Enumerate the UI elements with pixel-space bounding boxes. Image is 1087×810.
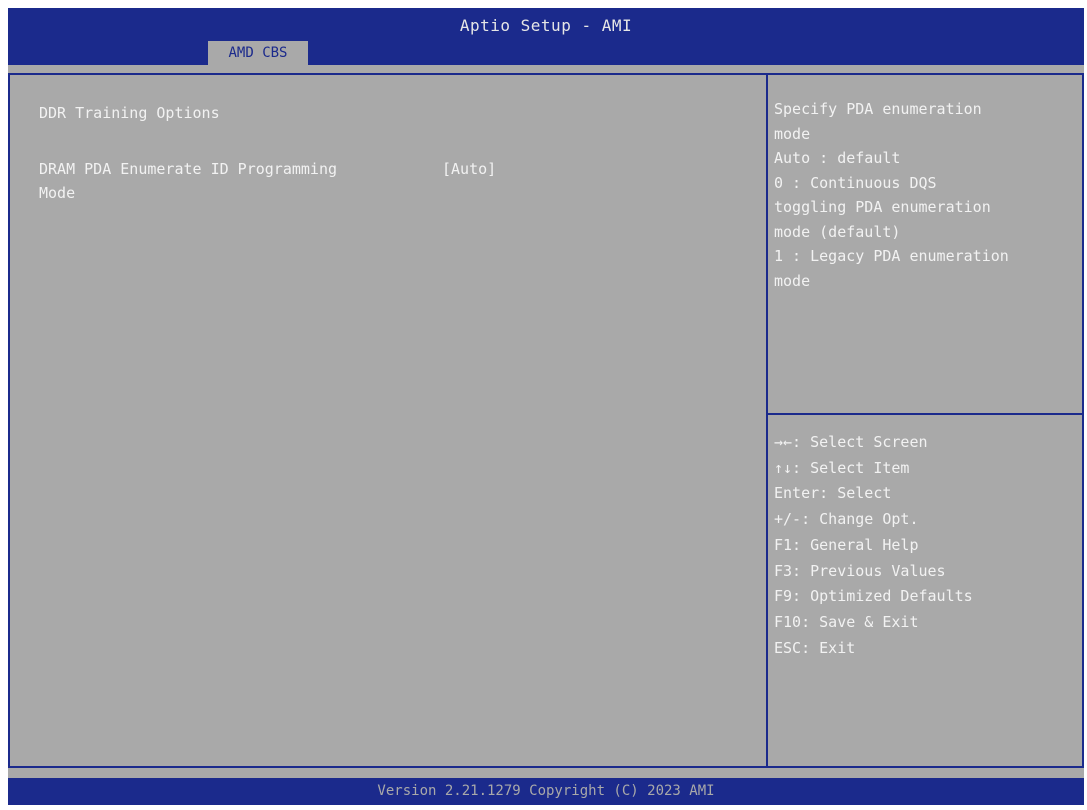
key-hint: +/-: Change Opt. [774,510,919,529]
dram-pda-setting-label[interactable]: DRAM PDA Enumerate ID Programming Mode [39,157,409,205]
help-line: toggling PDA enumeration [774,198,991,216]
setting-label-line: Mode [39,184,76,202]
help-line: mode [774,124,811,143]
help-line: Auto : default [774,149,901,167]
help-description: Specify PDA enumeration mode Auto : defa… [774,97,1074,293]
key-hint: ESC: Exit [774,638,856,657]
help-panel: Specify PDA enumeration mode Auto : defa… [768,73,1084,768]
tab-amd-cbs[interactable]: AMD CBS [208,41,308,65]
app-title: Aptio Setup - AMI [459,16,633,35]
dram-pda-setting-value[interactable]: [Auto] [442,157,496,181]
help-line: Specify PDA enumeration [774,100,982,118]
title-bar: Aptio Setup - AMI AMD CBS [8,8,1084,65]
key-hint: ↑↓: Select Item [774,458,910,477]
setting-label-line: DRAM PDA Enumerate ID Programming [39,160,338,178]
help-divider [768,413,1082,415]
bios-screen: Aptio Setup - AMI AMD CBS DDR Training O… [8,8,1084,805]
key-hint: F9: Optimized Defaults [774,587,973,606]
key-legend: →←: Select Screen ↑↓: Select Item Enter:… [774,430,1074,661]
help-line: mode [774,271,811,290]
key-hint: F3: Previous Values [774,561,946,580]
key-hint: →←: Select Screen [774,433,928,451]
version-footer: Version 2.21.1279 Copyright (C) 2023 AMI [8,778,1084,805]
key-hint: F10: Save & Exit [774,612,919,631]
help-line: mode (default) [774,222,901,241]
key-hint: Enter: Select [774,484,892,503]
section-heading: DDR Training Options [39,104,220,122]
help-line: 1 : Legacy PDA enumeration [774,247,1009,265]
key-hint: F1: General Help [774,535,919,554]
main-panel: DDR Training Options DRAM PDA Enumerate … [8,73,768,768]
help-line: 0 : Continuous DQS [774,173,937,192]
